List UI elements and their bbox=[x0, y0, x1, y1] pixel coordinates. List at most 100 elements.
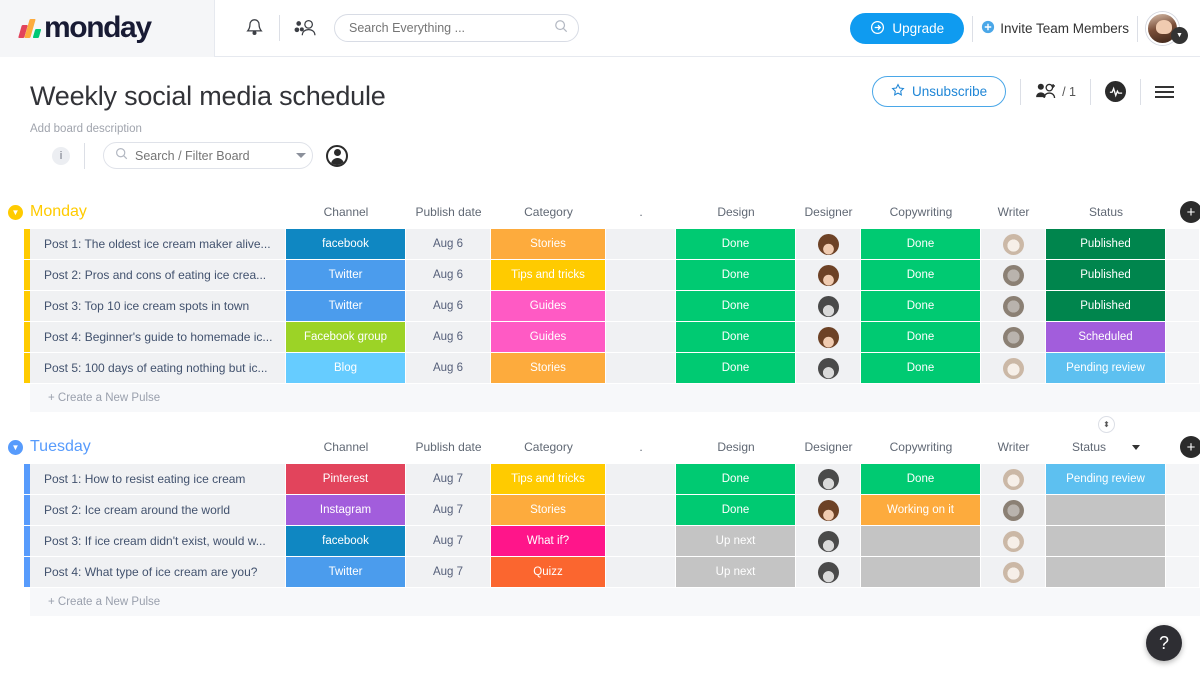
cell-copywriting[interactable]: Done bbox=[861, 291, 981, 321]
cell-channel[interactable]: Facebook group bbox=[286, 322, 406, 352]
column-header-channel[interactable]: Channel bbox=[286, 440, 406, 454]
cell-status[interactable]: Pending review bbox=[1046, 464, 1166, 494]
cell-publish-date[interactable]: Aug 7 bbox=[406, 495, 491, 525]
cell-status[interactable]: Published bbox=[1046, 291, 1166, 321]
chevron-down-icon[interactable] bbox=[1132, 444, 1141, 450]
cell-channel[interactable]: Twitter bbox=[286, 260, 406, 290]
cell-writer[interactable] bbox=[981, 495, 1046, 525]
person-filter-icon[interactable] bbox=[326, 144, 348, 167]
cell-category[interactable]: Guides bbox=[491, 291, 606, 321]
cell-design[interactable]: Done bbox=[676, 229, 796, 259]
cell-publish-date[interactable]: Aug 6 bbox=[406, 353, 491, 383]
column-header-[interactable]: . bbox=[606, 205, 676, 219]
column-header-channel[interactable]: Channel bbox=[286, 205, 406, 219]
row-title[interactable]: Post 3: If ice cream didn't exist, would… bbox=[30, 526, 286, 556]
cell-category[interactable]: Tips and tricks bbox=[491, 260, 606, 290]
group-name[interactable]: Tuesday bbox=[30, 438, 91, 456]
cell-writer[interactable] bbox=[981, 229, 1046, 259]
cell-designer[interactable] bbox=[796, 229, 861, 259]
cell-category[interactable]: Stories bbox=[491, 495, 606, 525]
cell-unnamed[interactable] bbox=[606, 291, 676, 321]
chevron-down-icon[interactable]: ▼ bbox=[8, 204, 23, 220]
cell-designer[interactable] bbox=[796, 464, 861, 494]
cell-unnamed[interactable] bbox=[606, 464, 676, 494]
cell-status[interactable] bbox=[1046, 526, 1166, 556]
column-header-status[interactable]: Status bbox=[1046, 205, 1166, 219]
cell-publish-date[interactable]: Aug 7 bbox=[406, 464, 491, 494]
search-input[interactable] bbox=[349, 21, 554, 35]
column-header-category[interactable]: Category bbox=[491, 205, 606, 219]
cell-publish-date[interactable]: Aug 6 bbox=[406, 229, 491, 259]
column-header-copywriting[interactable]: Copywriting bbox=[861, 440, 981, 454]
table-row[interactable]: Post 3: If ice cream didn't exist, would… bbox=[0, 526, 1200, 556]
cell-designer[interactable] bbox=[796, 260, 861, 290]
cell-design[interactable]: Done bbox=[676, 353, 796, 383]
help-button[interactable]: ? bbox=[1146, 625, 1182, 661]
chevron-down-icon[interactable] bbox=[296, 153, 306, 158]
row-title[interactable]: Post 3: Top 10 ice cream spots in town bbox=[30, 291, 286, 321]
cell-status[interactable]: Pending review bbox=[1046, 353, 1166, 383]
cell-copywriting[interactable] bbox=[861, 557, 981, 587]
cell-design[interactable]: Up next bbox=[676, 526, 796, 556]
cell-unnamed[interactable] bbox=[606, 526, 676, 556]
column-header-copywriting[interactable]: Copywriting bbox=[861, 205, 981, 219]
board-members-button[interactable]: / 1 bbox=[1035, 82, 1076, 102]
cell-design[interactable]: Done bbox=[676, 495, 796, 525]
create-new-pulse-button[interactable]: + Create a New Pulse bbox=[30, 588, 1200, 616]
cell-channel[interactable]: Blog bbox=[286, 353, 406, 383]
column-header-design[interactable]: Design bbox=[676, 205, 796, 219]
cell-publish-date[interactable]: Aug 6 bbox=[406, 291, 491, 321]
people-icon[interactable] bbox=[288, 11, 322, 45]
cell-channel[interactable]: facebook bbox=[286, 229, 406, 259]
column-header-designer[interactable]: Designer bbox=[796, 440, 861, 454]
cell-copywriting[interactable]: Done bbox=[861, 464, 981, 494]
cell-category[interactable]: What if? bbox=[491, 526, 606, 556]
cell-copywriting[interactable]: Done bbox=[861, 322, 981, 352]
row-title[interactable]: Post 1: The oldest ice cream maker alive… bbox=[30, 229, 286, 259]
row-title[interactable]: Post 2: Ice cream around the world bbox=[30, 495, 286, 525]
create-new-pulse-button[interactable]: + Create a New Pulse bbox=[30, 384, 1200, 412]
column-header-writer[interactable]: Writer bbox=[981, 440, 1046, 454]
cell-category[interactable]: Guides bbox=[491, 322, 606, 352]
cell-status[interactable]: Published bbox=[1046, 229, 1166, 259]
cell-publish-date[interactable]: Aug 6 bbox=[406, 322, 491, 352]
info-icon[interactable]: i bbox=[52, 146, 70, 165]
hamburger-icon[interactable] bbox=[1155, 85, 1174, 98]
add-column-button[interactable]: + bbox=[1180, 201, 1200, 223]
table-row[interactable]: Post 4: Beginner's guide to homemade ic.… bbox=[0, 322, 1200, 352]
column-header-designer[interactable]: Designer bbox=[796, 205, 861, 219]
cell-channel[interactable]: facebook bbox=[286, 526, 406, 556]
chevron-down-icon[interactable]: ▼ bbox=[8, 439, 23, 455]
cell-designer[interactable] bbox=[796, 322, 861, 352]
add-column-button[interactable]: + bbox=[1180, 436, 1200, 458]
cell-writer[interactable] bbox=[981, 291, 1046, 321]
row-title[interactable]: Post 5: 100 days of eating nothing but i… bbox=[30, 353, 286, 383]
cell-publish-date[interactable]: Aug 7 bbox=[406, 526, 491, 556]
chevron-down-icon[interactable]: ▼ bbox=[1171, 27, 1188, 44]
cell-designer[interactable] bbox=[796, 353, 861, 383]
cell-copywriting[interactable]: Done bbox=[861, 260, 981, 290]
row-title[interactable]: Post 2: Pros and cons of eating ice crea… bbox=[30, 260, 286, 290]
cell-writer[interactable] bbox=[981, 353, 1046, 383]
cell-design[interactable]: Done bbox=[676, 322, 796, 352]
table-row[interactable]: Post 2: Pros and cons of eating ice crea… bbox=[0, 260, 1200, 290]
cell-category[interactable]: Stories bbox=[491, 229, 606, 259]
cell-unnamed[interactable] bbox=[606, 495, 676, 525]
cell-status[interactable] bbox=[1046, 557, 1166, 587]
cell-writer[interactable] bbox=[981, 464, 1046, 494]
cell-category[interactable]: Tips and tricks bbox=[491, 464, 606, 494]
monday-logo[interactable]: monday bbox=[0, 0, 215, 57]
cell-copywriting[interactable]: Working on it bbox=[861, 495, 981, 525]
cell-channel[interactable]: Pinterest bbox=[286, 464, 406, 494]
cell-designer[interactable] bbox=[796, 495, 861, 525]
search-filter-board-box[interactable] bbox=[103, 142, 313, 169]
table-row[interactable]: Post 1: How to resist eating ice cream Pi… bbox=[0, 464, 1200, 494]
cell-design[interactable]: Done bbox=[676, 291, 796, 321]
cell-unnamed[interactable] bbox=[606, 322, 676, 352]
cell-status[interactable]: Published bbox=[1046, 260, 1166, 290]
column-header-design[interactable]: Design bbox=[676, 440, 796, 454]
table-row[interactable]: Post 1: The oldest ice cream maker alive… bbox=[0, 229, 1200, 259]
board-description[interactable]: Add board description bbox=[30, 123, 1200, 135]
cell-unnamed[interactable] bbox=[606, 229, 676, 259]
global-search-box[interactable] bbox=[334, 14, 579, 42]
